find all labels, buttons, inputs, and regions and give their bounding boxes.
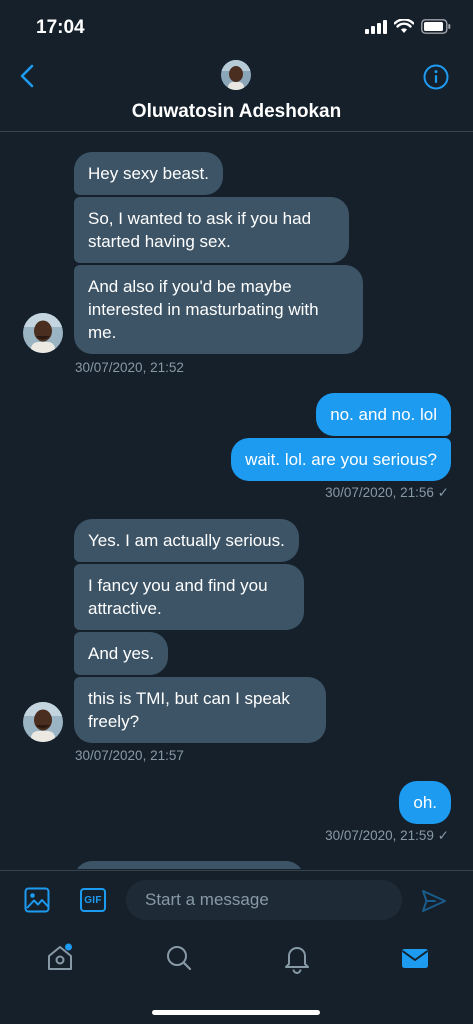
send-button[interactable] (420, 887, 448, 915)
message-sent[interactable]: wait. lol. are you serious? (231, 438, 451, 481)
message-received[interactable]: And also if you'd be maybe interested in… (74, 265, 363, 354)
status-time: 17:04 (36, 17, 85, 38)
message-input[interactable]: Start a message (126, 880, 402, 920)
status-bar: 17:04 (0, 0, 473, 56)
message-timestamp: 30/07/2020, 21:56 ✓ (325, 485, 449, 500)
message-timestamp: 30/07/2020, 21:59 ✓ (325, 828, 449, 843)
battery-icon (421, 19, 451, 34)
signal-icon (365, 19, 387, 34)
gif-button[interactable]: GIF (80, 888, 106, 912)
add-image-button[interactable] (24, 887, 50, 913)
message-thread[interactable]: Hey sexy beast. So, I wanted to ask if y… (0, 133, 473, 869)
chevron-left-icon (20, 64, 34, 88)
message-received-partial[interactable] (74, 861, 304, 869)
tab-messages[interactable] (399, 942, 431, 974)
info-icon (423, 64, 449, 90)
message-received[interactable]: And yes. (74, 632, 169, 675)
message-sent[interactable]: oh. (399, 781, 451, 824)
tab-search[interactable] (163, 942, 195, 974)
sender-avatar[interactable] (23, 702, 63, 742)
tab-notifications[interactable] (281, 942, 313, 974)
status-icons (365, 19, 451, 34)
notification-dot (65, 943, 72, 951)
message-received[interactable]: Hey sexy beast. (74, 152, 223, 195)
message-sent[interactable]: no. and no. lol (316, 393, 451, 436)
sender-avatar[interactable] (23, 313, 63, 353)
notifications-icon (285, 947, 309, 974)
home-indicator[interactable] (152, 1010, 320, 1015)
back-button[interactable] (14, 62, 42, 90)
image-icon (24, 887, 50, 913)
contact-name[interactable]: Oluwatosin Adeshokan (0, 101, 473, 123)
message-timestamp: 30/07/2020, 21:57 (75, 748, 184, 763)
message-received[interactable]: Yes. I am actually serious. (74, 519, 299, 562)
info-button[interactable] (423, 64, 449, 90)
message-received[interactable]: I fancy you and find you attractive. (74, 564, 304, 630)
message-input-placeholder: Start a message (145, 890, 269, 909)
message-composer: GIF Start a message (0, 870, 473, 930)
conversation-header: Oluwatosin Adeshokan (0, 56, 473, 132)
wifi-icon (394, 19, 414, 33)
message-received[interactable]: this is TMI, but can I speak freely? (74, 677, 326, 743)
message-timestamp: 30/07/2020, 21:52 (75, 360, 184, 375)
home-icon (48, 943, 72, 970)
send-icon (422, 890, 446, 912)
messages-icon (401, 949, 429, 968)
tab-home[interactable] (44, 942, 76, 974)
message-received[interactable]: So, I wanted to ask if you had started h… (74, 197, 349, 263)
gif-label: GIF (84, 894, 102, 906)
contact-avatar[interactable] (221, 60, 251, 90)
search-icon (167, 946, 192, 971)
